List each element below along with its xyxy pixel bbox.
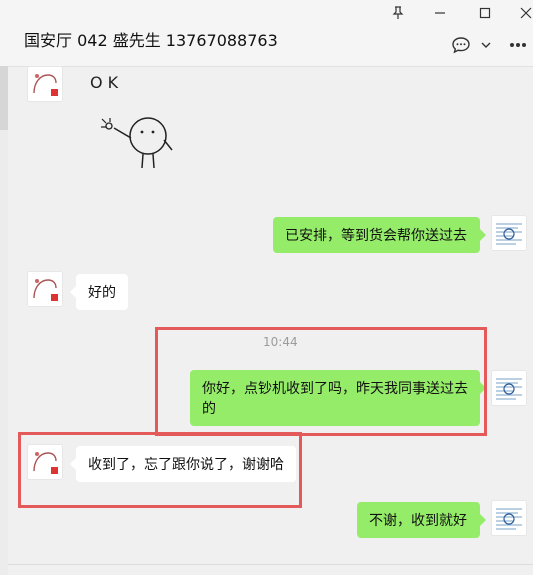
chat-header: 国安厅 042 盛先生 13767088763 [0,0,533,67]
maximize-icon[interactable] [473,2,497,24]
more-icon[interactable] [506,34,530,56]
message-text: 不谢，收到就好 [369,513,467,529]
message-bubble-incoming[interactable]: 好的 [70,274,128,310]
close-icon[interactable] [514,2,533,24]
minimize-icon[interactable] [428,2,452,24]
chat-icon[interactable] [449,34,473,56]
message-bubble-outgoing[interactable]: 不谢，收到就好 [357,502,486,538]
scrollbar-track[interactable] [0,66,8,575]
highlight-box [18,432,302,508]
input-area-divider [8,564,533,565]
my-avatar[interactable] [491,500,527,536]
sticker-text: O K [90,73,119,92]
my-avatar[interactable] [491,370,527,406]
pin-icon[interactable] [386,2,410,24]
chevron-down-icon[interactable] [474,34,498,56]
my-avatar[interactable] [491,215,527,251]
message-text: 好的 [88,285,116,301]
message-text: 已安排，等到货会帮你送过去 [285,228,467,244]
highlight-box [155,327,487,436]
chat-title: 国安厅 042 盛先生 13767088763 [24,31,278,50]
ok-sticker[interactable]: O K [88,70,188,174]
scrollbar-thumb[interactable] [0,66,8,130]
contact-avatar[interactable] [27,66,63,102]
contact-avatar[interactable] [27,271,63,307]
message-bubble-outgoing[interactable]: 已安排，等到货会帮你送过去 [273,217,486,253]
